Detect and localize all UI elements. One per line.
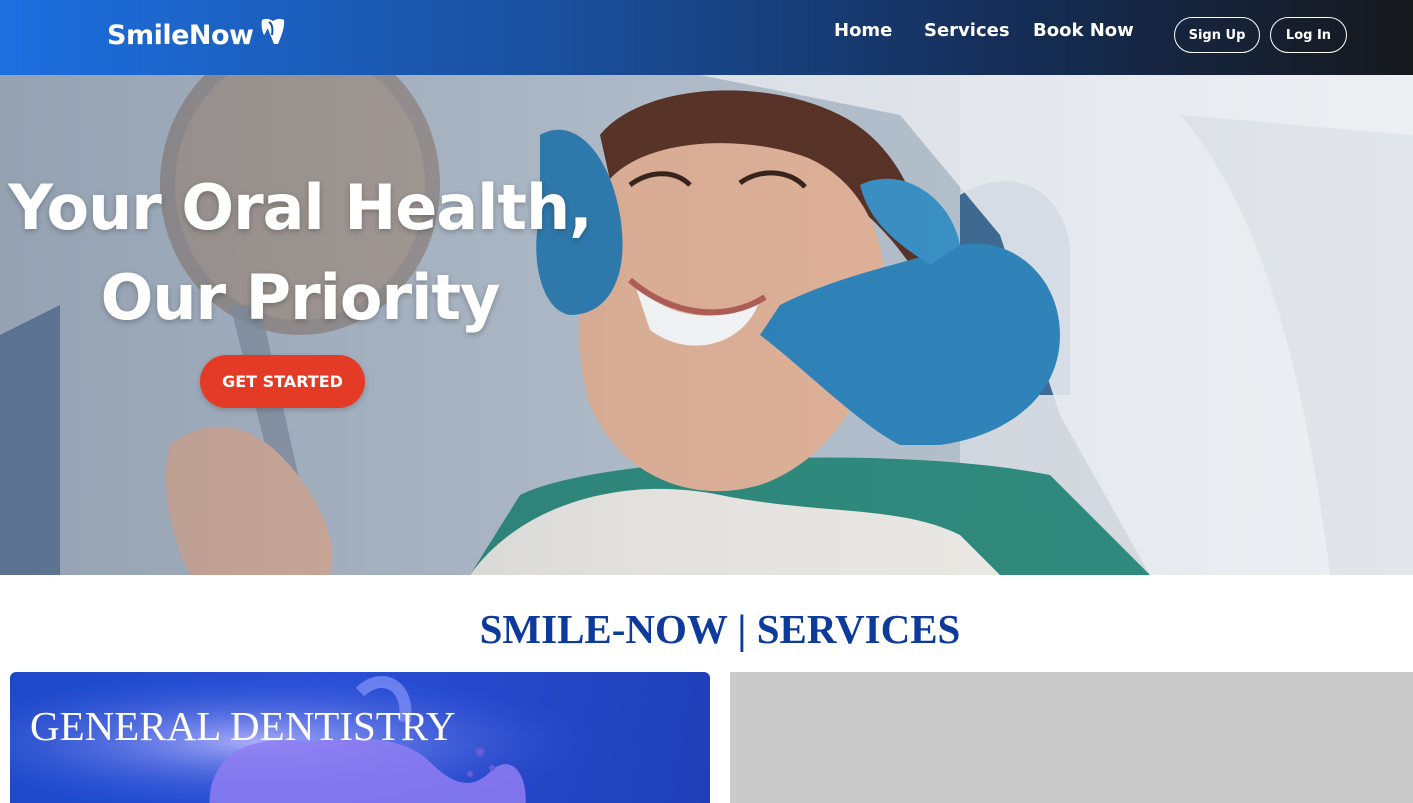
services-heading: SMILE-NOW | SERVICES (479, 606, 961, 652)
service-card-placeholder (730, 672, 1413, 803)
get-started-button[interactable]: GET STARTED (200, 355, 365, 408)
service-card-title: GENERAL DENTISTRY (30, 703, 456, 749)
sign-up-button[interactable]: Sign Up (1174, 17, 1260, 53)
nav-home[interactable]: Home (834, 20, 892, 41)
log-in-button[interactable]: Log In (1270, 17, 1347, 53)
service-card-general-dentistry[interactable]: GENERAL DENTISTRY (10, 672, 710, 803)
site-logo[interactable]: SmileNow (107, 18, 286, 52)
hero-title-line1: Your Oral Health, (8, 171, 592, 244)
nav-services[interactable]: Services (924, 20, 1010, 41)
logo-text: SmileNow (107, 19, 254, 51)
smilenow-logo-icon (261, 18, 284, 44)
nav-book-now[interactable]: Book Now (1033, 20, 1134, 41)
site-header: SmileNow Home Services Book Now Sign Up … (0, 0, 1413, 75)
hero-section: Your Oral Health, Our Priority GET START… (0, 75, 1413, 575)
hero-title: Your Oral Health, Our Priority (0, 163, 600, 343)
hero-title-line2: Our Priority (100, 261, 501, 334)
